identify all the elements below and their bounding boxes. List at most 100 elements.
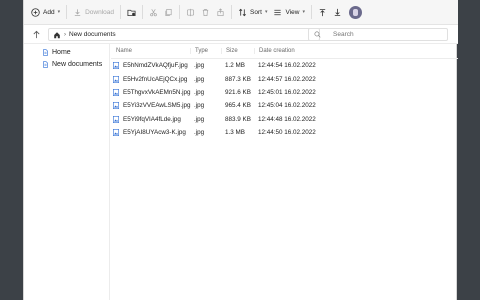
image-file-icon	[113, 115, 119, 123]
file-name-cell: E5Hv2fnUcAEjQCx.jpg	[111, 76, 190, 83]
share-button[interactable]	[213, 3, 228, 21]
toolbar: Add ▾ Download Sort ▾ View ▾	[24, 0, 458, 25]
upload-button[interactable]	[315, 3, 330, 21]
copy-button[interactable]	[161, 3, 176, 21]
cut-button[interactable]	[146, 3, 161, 21]
view-label: View	[285, 8, 300, 16]
file-size: 1.2 MB	[225, 62, 245, 70]
image-file-icon	[113, 62, 119, 70]
file-name-cell: E5hNmdZVkAQfjuF.jpg	[111, 62, 190, 70]
download-icon	[74, 8, 81, 16]
view-list-icon	[274, 9, 282, 15]
arrow-up-icon[interactable]	[32, 30, 41, 39]
search-icon	[314, 31, 321, 38]
toolbar-divider	[310, 5, 312, 19]
column-header-size[interactable]: Size	[221, 48, 254, 54]
plus-circle-icon	[31, 7, 40, 17]
file-size: 965.4 KB	[225, 102, 251, 110]
file-name: E5Yi3zVVEAwLSM5.jpg	[123, 102, 191, 110]
table-row[interactable]: E5hNmdZVkAQfjuF.jpg .jpg 1.2 MB 12:44:54…	[111, 59, 458, 72]
image-file-icon	[113, 129, 119, 137]
address-bar[interactable]: › New documents	[48, 28, 320, 41]
table-row[interactable]: E5YjAI8UYAcw3-K.jpg .jpg 1.3 MB 12:44:50…	[111, 126, 458, 139]
file-name-cell: E5Yi3zVVEAwLSM5.jpg	[111, 102, 191, 110]
file-list: Name Type Size Date creation E5hNmdZVkAQ…	[111, 44, 458, 300]
file-name: E5YjAI8UYAcw3-K.jpg	[123, 129, 186, 137]
share-icon	[217, 7, 224, 16]
new-folder-button[interactable]	[124, 3, 139, 21]
sidebar-item-label: New documents	[52, 60, 103, 68]
file-name-cell: E5Yi9fqVIA4fLde.jpg	[111, 116, 190, 123]
file-name: E5ThgvxVkAEMn5N.jpg	[123, 88, 191, 96]
trash-icon	[202, 8, 209, 16]
search-input[interactable]	[333, 31, 433, 38]
column-header-date[interactable]: Date creation	[254, 48, 322, 54]
file-name: E5Hv2fnUcAEjQCx.jpg	[123, 75, 188, 83]
rename-icon	[187, 8, 195, 16]
column-header-name[interactable]: Name	[111, 48, 190, 54]
file-size: 921.6 KB	[225, 88, 251, 96]
table-header: Name Type Size Date creation	[111, 44, 458, 59]
file-date: 12:44:50 16.02.2022	[258, 129, 316, 137]
image-file-icon	[113, 88, 119, 96]
document-icon	[43, 48, 48, 56]
file-date: 12:44:57 16.02.2022	[258, 75, 316, 83]
arrow-down-bar-icon	[334, 8, 341, 16]
file-type: .jpg	[194, 62, 205, 70]
home-icon[interactable]	[53, 31, 61, 39]
download-label: Download	[85, 8, 115, 16]
sidebar-item-new-documents[interactable]: New documents	[24, 58, 109, 70]
file-name-cell: E5ThgvxVkAEMn5N.jpg	[111, 88, 191, 96]
file-date: 12:44:48 16.02.2022	[258, 115, 316, 123]
table-row[interactable]: E5Hv2fnUcAEjQCx.jpg .jpg 887.3 KB 12:44:…	[111, 72, 458, 85]
address-bar-row: › New documents	[24, 25, 458, 44]
view-button[interactable]: View ▾	[270, 3, 308, 21]
file-size: 887.3 KB	[225, 75, 251, 83]
toolbar-divider	[120, 5, 122, 19]
sidebar-item-home[interactable]: Home	[24, 46, 109, 58]
sort-button[interactable]: Sort ▾	[235, 3, 270, 21]
image-file-icon	[113, 75, 119, 83]
breadcrumb-current[interactable]: New documents	[69, 31, 116, 38]
chevron-down-icon: ▾	[302, 9, 305, 15]
toolbar-divider	[66, 5, 68, 19]
table-row[interactable]: E5Yi9fqVIA4fLde.jpg .jpg 883.9 KB 12:44:…	[111, 113, 458, 126]
copy-icon	[165, 8, 172, 16]
column-header-type[interactable]: Type	[190, 48, 221, 54]
file-type: .jpg	[194, 75, 205, 83]
toolbar-divider	[142, 5, 144, 19]
sidebar: Home New documents	[24, 44, 110, 300]
file-size: 883.9 KB	[225, 115, 251, 123]
file-type: .jpg	[194, 129, 205, 137]
file-name: E5Yi9fqVIA4fLde.jpg	[123, 115, 181, 123]
avatar-figure	[352, 8, 358, 16]
table-row[interactable]: E5Yi3zVVEAwLSM5.jpg .jpg 965.4 KB 12:45:…	[111, 99, 458, 112]
add-button[interactable]: Add ▾	[28, 3, 63, 21]
rename-button[interactable]	[183, 3, 198, 21]
table-row[interactable]: E5ThgvxVkAEMn5N.jpg .jpg 921.6 KB 12:45:…	[111, 86, 458, 99]
toolbar-divider	[179, 5, 181, 19]
sidebar-item-label: Home	[52, 48, 71, 56]
file-manager-window: Add ▾ Download Sort ▾ View ▾ › New docum…	[23, 0, 458, 300]
sort-label: Sort	[250, 8, 262, 16]
new-folder-icon	[127, 9, 136, 16]
add-label: Add	[43, 8, 55, 16]
download-button[interactable]: Download	[70, 3, 117, 21]
scissors-icon	[150, 8, 157, 16]
image-file-icon	[113, 102, 119, 110]
arrow-up-bar-icon	[319, 8, 326, 16]
file-date: 12:44:54 16.02.2022	[258, 62, 316, 70]
file-date: 12:45:04 16.02.2022	[258, 102, 316, 110]
save-down-button[interactable]	[330, 3, 345, 21]
chevron-right-icon: ›	[64, 31, 66, 38]
chevron-down-icon: ▾	[57, 9, 61, 15]
document-icon	[43, 60, 48, 68]
sort-icon	[239, 8, 246, 16]
chevron-down-icon: ▾	[264, 9, 268, 15]
search-box[interactable]	[308, 28, 448, 41]
file-type: .jpg	[194, 88, 205, 96]
delete-button[interactable]	[198, 3, 213, 21]
file-date: 12:45:01 16.02.2022	[258, 88, 316, 96]
user-avatar[interactable]	[348, 5, 362, 19]
file-size: 1.3 MB	[225, 129, 245, 137]
